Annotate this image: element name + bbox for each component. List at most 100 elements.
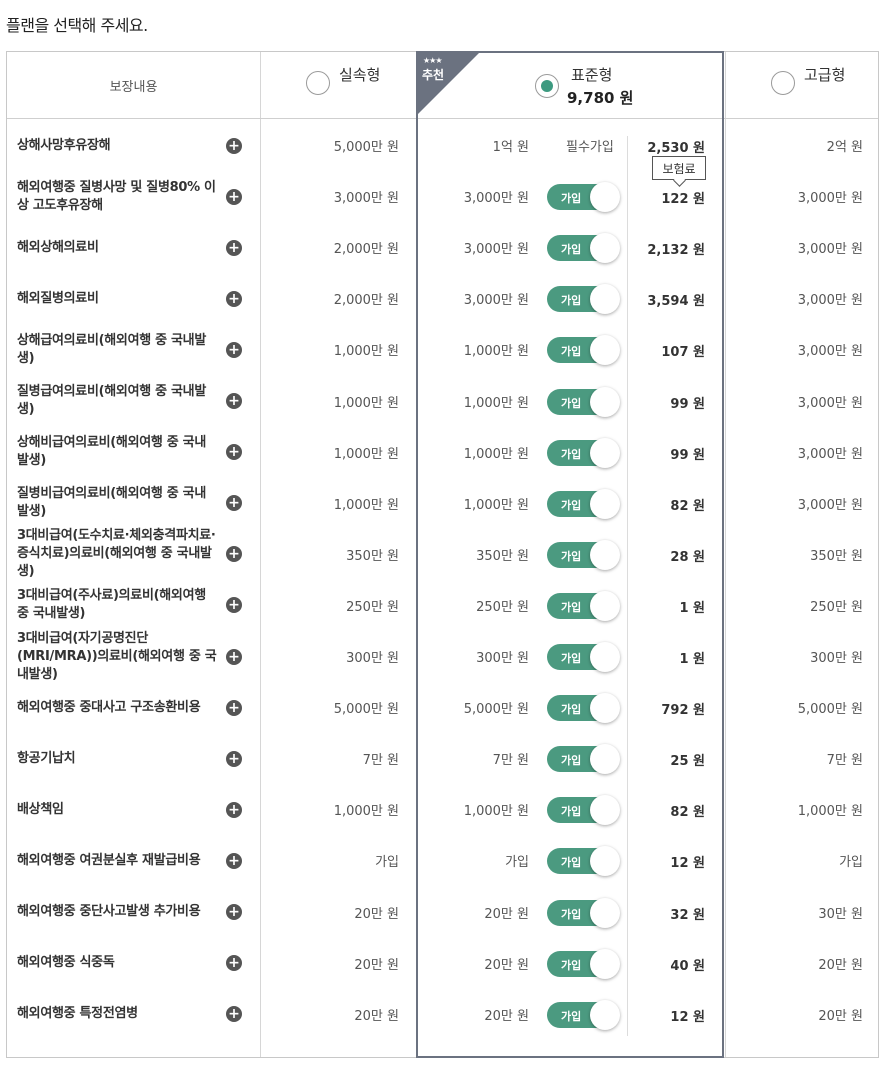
basic-amount: 350만 원 bbox=[346, 548, 399, 564]
table-row: 질병급여의료비(해외여행 중 국내발생) +1,000만 원 1,000만 원 가입 9… bbox=[7, 376, 878, 427]
join-toggle-label: 가입 bbox=[561, 907, 582, 921]
header-divider bbox=[7, 118, 878, 119]
join-toggle-label: 가입 bbox=[561, 294, 582, 308]
basic-amount: 3,000만 원 bbox=[333, 191, 399, 207]
basic-amount: 5,000만 원 bbox=[333, 140, 399, 155]
basic-amount: 250만 원 bbox=[346, 599, 399, 615]
advanced-amount: 350만 원 bbox=[810, 548, 863, 564]
coverage-name: 질병비급여의료비(해외여행 중 국내발생) bbox=[17, 486, 206, 520]
advanced-amount: 5,000만 원 bbox=[797, 702, 863, 718]
join-toggle[interactable]: 가입 bbox=[547, 335, 620, 366]
plus-icon[interactable]: + bbox=[226, 648, 242, 665]
join-toggle[interactable]: 가입 bbox=[547, 897, 620, 928]
plus-icon[interactable]: + bbox=[226, 852, 242, 869]
basic-amount: 1,000만 원 bbox=[333, 395, 399, 411]
plus-icon[interactable]: + bbox=[226, 137, 242, 154]
plus-icon[interactable]: + bbox=[226, 341, 242, 358]
join-toggle[interactable]: 가입 bbox=[547, 744, 620, 775]
plus-icon[interactable]: + bbox=[226, 393, 242, 409]
standard-amount: 1억 원 bbox=[492, 140, 529, 155]
coverage-name: 상해급여의료비(해외여행 중 국내발생) bbox=[17, 332, 206, 366]
join-toggle[interactable]: 가입 bbox=[547, 590, 620, 621]
coverage-name: 해외여행중 질병사망 및 질병80% 이상 고도후유장해 bbox=[17, 179, 216, 213]
join-toggle[interactable]: 가입 bbox=[547, 999, 620, 1030]
standard-amount: 1,000만 원 bbox=[463, 344, 529, 360]
join-toggle[interactable]: 가입 bbox=[547, 233, 620, 264]
join-toggle[interactable]: 가입 bbox=[547, 642, 620, 672]
join-toggle[interactable]: 가입 bbox=[547, 437, 620, 468]
advanced-amount: 7만 원 bbox=[826, 753, 863, 769]
premium-amount: 40 원 bbox=[670, 958, 705, 974]
page-title: 플랜을 선택해 주세요. bbox=[6, 16, 148, 35]
advanced-amount: 300만 원 bbox=[810, 651, 863, 666]
plan-radio-premium[interactable] bbox=[771, 71, 795, 95]
plan-option-premium[interactable]: 고급형 bbox=[726, 52, 878, 118]
recommended-badge: ★★★ 추천 bbox=[418, 52, 480, 114]
join-toggle-label: 가입 bbox=[561, 703, 582, 717]
advanced-amount: 3,000만 원 bbox=[797, 242, 863, 258]
toggle-knob bbox=[590, 539, 620, 570]
premium-amount: 82 원 bbox=[670, 805, 705, 821]
plus-icon[interactable]: + bbox=[226, 801, 242, 818]
table-row: 해외여행중 질병사망 및 질병80% 이상 고도후유장해 +3,000만 원 3,0… bbox=[7, 171, 878, 222]
join-toggle-label: 가입 bbox=[561, 447, 582, 461]
table-row: 해외여행중 식중독 +20만 원 20만 원 가입 40 원 20만 원 bbox=[7, 938, 878, 989]
required-join-label: 필수가입 bbox=[566, 140, 614, 155]
join-toggle[interactable]: 가입 bbox=[547, 386, 620, 417]
join-toggle-label: 가입 bbox=[561, 600, 582, 614]
plan-option-basic[interactable]: 실속형 bbox=[261, 52, 416, 118]
join-toggle[interactable]: 가입 bbox=[547, 846, 620, 877]
join-toggle[interactable]: 가입 bbox=[547, 539, 620, 570]
plus-icon[interactable]: + bbox=[226, 546, 242, 563]
standard-amount: 20만 원 bbox=[484, 906, 529, 922]
plus-icon[interactable]: + bbox=[226, 495, 242, 512]
advanced-amount: 3,000만 원 bbox=[797, 446, 863, 462]
coverage-name: 해외여행중 특정전염병 bbox=[17, 1006, 138, 1022]
advanced-amount: 가입 bbox=[839, 855, 863, 871]
star-icon: ★★★ bbox=[423, 56, 442, 65]
join-toggle[interactable]: 가입 bbox=[547, 948, 620, 979]
plan-radio-basic[interactable] bbox=[306, 71, 330, 95]
toggle-knob bbox=[590, 999, 620, 1030]
basic-amount: 가입 bbox=[375, 855, 399, 871]
plan-option-standard[interactable]: ★★★ 추천 표준형 9,780 원 bbox=[418, 52, 722, 118]
table-row: 상해비급여의료비(해외여행 중 국내발생) +1,000만 원 1,000만 원 가입… bbox=[7, 427, 878, 478]
plus-icon[interactable]: + bbox=[226, 1006, 242, 1023]
table-row: 해외질병의료비 +2,000만 원 3,000만 원 가입 3,594 원 3,000만 … bbox=[7, 273, 878, 324]
toggle-knob bbox=[590, 386, 620, 417]
plus-icon[interactable]: + bbox=[226, 955, 242, 972]
coverage-name: 상해비급여의료비(해외여행 중 국내발생) bbox=[17, 435, 206, 469]
join-toggle[interactable]: 가입 bbox=[547, 795, 620, 826]
plan-radio-standard[interactable] bbox=[535, 74, 559, 98]
coverage-name: 항공기납치 bbox=[17, 750, 76, 766]
coverage-name: 해외여행중 여권분실후 재발급비용 bbox=[17, 852, 201, 868]
toggle-knob bbox=[590, 693, 620, 724]
plus-icon[interactable]: + bbox=[226, 290, 242, 307]
plus-icon[interactable]: + bbox=[226, 444, 242, 461]
join-toggle-label: 가입 bbox=[561, 805, 582, 819]
plus-icon[interactable]: + bbox=[226, 188, 242, 205]
table-row: 상해급여의료비(해외여행 중 국내발생) +1,000만 원 1,000만 원 가입 1… bbox=[7, 324, 878, 375]
basic-amount: 7만 원 bbox=[362, 753, 399, 769]
advanced-amount: 3,000만 원 bbox=[797, 344, 863, 360]
plus-icon[interactable]: + bbox=[226, 597, 242, 614]
join-toggle[interactable]: 가입 bbox=[547, 488, 620, 519]
plus-icon[interactable]: + bbox=[226, 904, 242, 920]
toggle-knob bbox=[590, 335, 620, 366]
coverage-name: 배상책임 bbox=[17, 801, 64, 817]
toggle-knob bbox=[590, 846, 620, 877]
coverage-name: 상해사망후유장해 bbox=[17, 137, 111, 153]
table-row: 상해사망후유장해 +5,000만 원 1억 원 필수가입 2,530 원 2억 원 bbox=[7, 120, 878, 171]
table-row: 배상책임 +1,000만 원 1,000만 원 가입 82 원 1,000만 원 bbox=[7, 784, 878, 835]
plus-icon[interactable]: + bbox=[226, 239, 242, 256]
plus-icon[interactable]: + bbox=[226, 699, 242, 716]
plus-icon[interactable]: + bbox=[226, 750, 242, 767]
join-toggle[interactable]: 가입 bbox=[547, 182, 620, 213]
premium-amount: 2,530 원 bbox=[647, 141, 705, 156]
join-toggle[interactable]: 가입 bbox=[547, 284, 620, 315]
standard-amount: 5,000만 원 bbox=[463, 702, 529, 718]
toggle-knob bbox=[590, 642, 620, 672]
join-toggle[interactable]: 가입 bbox=[547, 693, 620, 724]
premium-amount: 3,594 원 bbox=[647, 294, 705, 310]
standard-amount: 1,000만 원 bbox=[463, 804, 529, 820]
